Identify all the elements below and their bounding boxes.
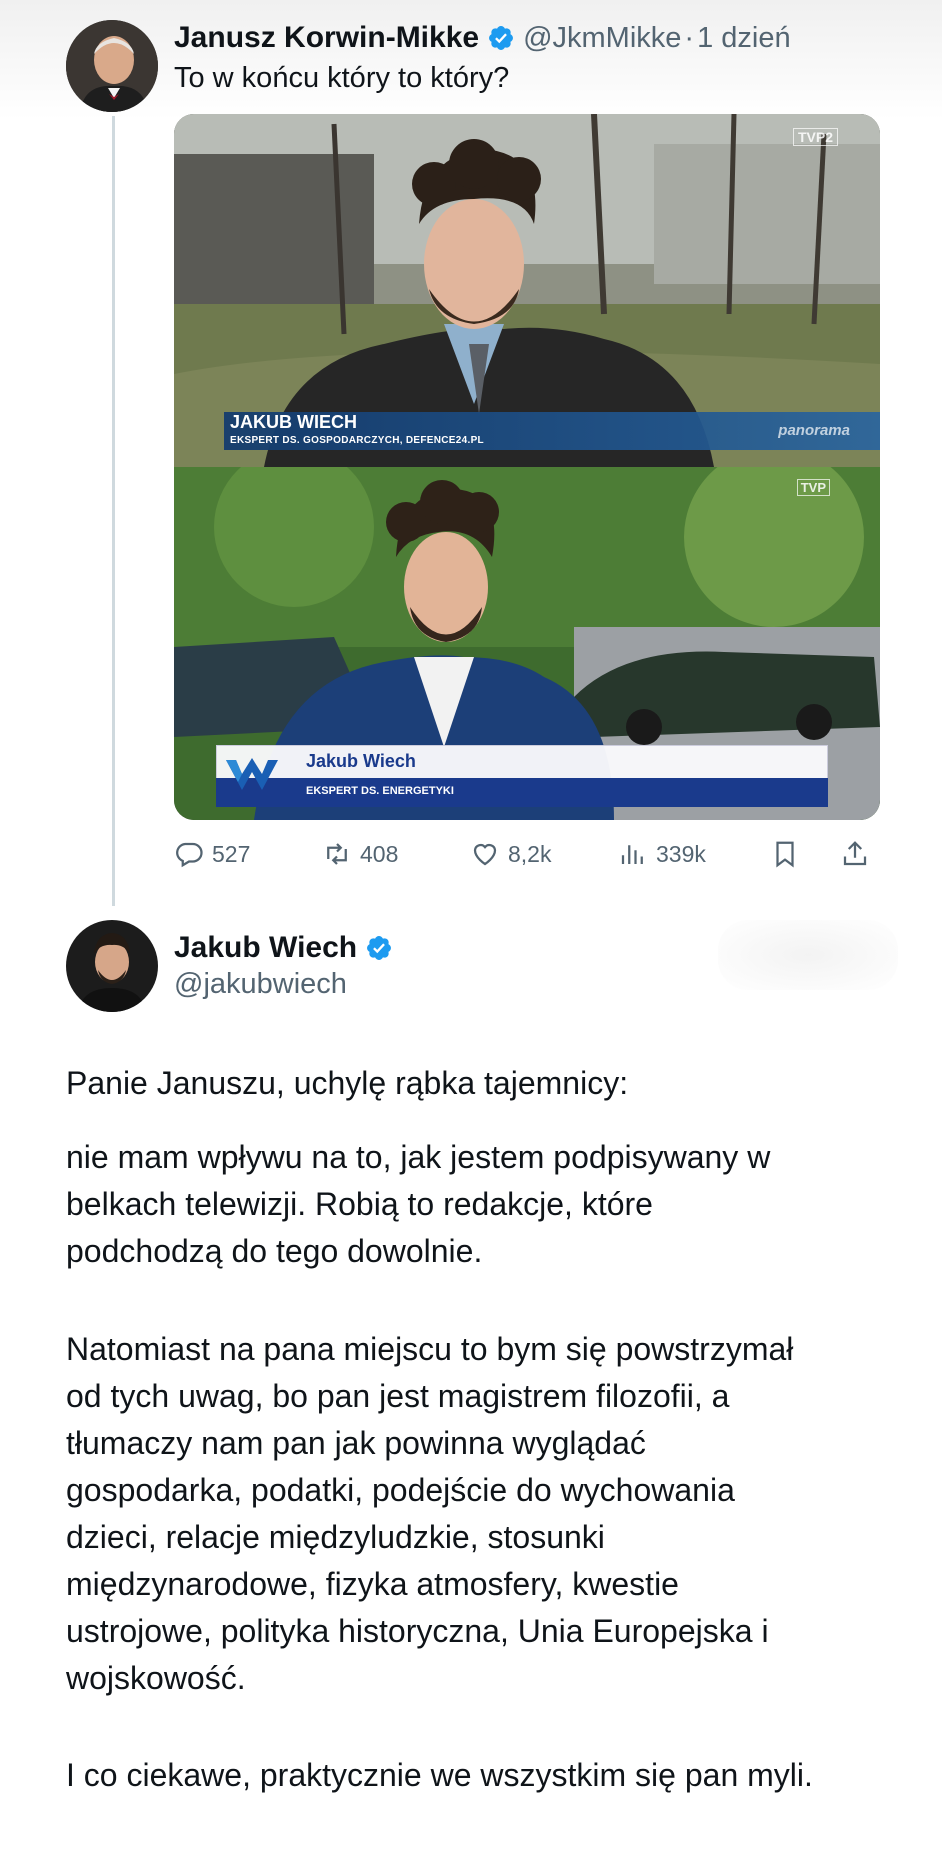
bookmark-button[interactable]	[770, 834, 808, 874]
share-button[interactable]	[840, 834, 878, 874]
tweet2-header: Jakub Wiech	[174, 928, 393, 968]
lower-third-role-2: EKSPERT DS. ENERGETYKI	[306, 785, 454, 797]
reply-count: 527	[212, 840, 251, 867]
tweet1-action-bar: 527 408 8,2k 339k	[174, 834, 884, 874]
tweet2-handle[interactable]: @jakubwiech	[174, 968, 347, 1001]
bookmark-icon	[776, 841, 794, 868]
tweet2-paragraph-1: Panie Januszu, uchylę rąbka tajemnicy:	[66, 1065, 629, 1101]
text-line: podchodzą do tego dowolnie.	[66, 1233, 483, 1269]
reply-icon	[176, 842, 203, 868]
tvp-channel-logo: TVP	[796, 479, 830, 496]
lower-third-name-2: Jakub Wiech	[306, 751, 416, 771]
lower-third-role-1: EKSPERT DS. GOSPODARCZYCH, DEFENCE24.PL	[230, 435, 484, 446]
tweet1-author-name[interactable]: Janusz Korwin-Mikke	[174, 21, 479, 55]
heart-icon	[473, 843, 497, 866]
header-separator: ·	[684, 21, 695, 54]
tweet2-author-name[interactable]: Jakub Wiech	[174, 931, 357, 965]
like-count: 8,2k	[508, 840, 552, 867]
tweet1-text: To w końcu który to który?	[174, 62, 510, 94]
text-line: międzynarodowe, fizyka atmosfery, kwesti…	[66, 1566, 679, 1602]
lower-third-name-1: JAKUB WIECH	[230, 412, 358, 432]
avatar-jakub-wiech[interactable]	[66, 920, 158, 1012]
text-line: belkach telewizji. Robią to redakcje, kt…	[66, 1186, 653, 1222]
tweet1-header: Janusz Korwin-Mikke @JkmMikke · 1 dzień	[174, 18, 791, 58]
thread-connector-line	[112, 116, 115, 906]
like-button[interactable]: 8,2k	[470, 834, 551, 874]
share-icon	[843, 841, 867, 866]
repost-count: 408	[360, 840, 399, 867]
verified-badge-icon	[365, 934, 393, 962]
panorama-program-logo: panorama	[778, 422, 850, 439]
repost-icon	[327, 843, 347, 865]
text-line: tłumaczy nam pan jak powinna wyglądać	[66, 1425, 646, 1461]
text-line: Natomiast na pana miejscu to bym się pow…	[66, 1331, 794, 1367]
views-button[interactable]: 339k	[618, 834, 706, 874]
text-line: gospodarka, podatki, podejście do wychow…	[66, 1472, 735, 1508]
tweet2-paragraph-2: nie mam wpływu na to, jak jestem podpisy…	[66, 1134, 906, 1275]
tweet2-paragraph-3: Natomiast na pana miejscu to bym się pow…	[66, 1326, 906, 1702]
blurred-area	[718, 920, 898, 990]
verified-badge-icon	[487, 24, 515, 52]
text-line: ustrojowe, polityka historyczna, Unia Eu…	[66, 1613, 769, 1649]
tvp2-channel-logo: TVP2	[792, 128, 838, 146]
avatar-korwin-mikke[interactable]	[66, 20, 158, 112]
text-line: dzieci, relacje międzyludzkie, stosunki	[66, 1519, 605, 1555]
tweet1-media-image[interactable]: TVP2 JAKUB WIECH EKSPERT DS. GOSPODARCZY…	[174, 114, 880, 820]
wnp-logo-icon	[222, 752, 282, 798]
text-line: od tych uwag, bo pan jest magistrem filo…	[66, 1378, 730, 1414]
media-frame-2: TVP Jakub Wiech EKSPERT DS. ENERGETYKI	[174, 467, 880, 820]
tweet1-timestamp[interactable]: 1 dzień	[697, 22, 791, 55]
tweet1-handle[interactable]: @JkmMikke	[523, 22, 681, 55]
tweet2-paragraph-4: I co ciekawe, praktycznie we wszystkim s…	[66, 1757, 813, 1793]
views-count: 339k	[656, 840, 706, 867]
media-frame-1: TVP2 JAKUB WIECH EKSPERT DS. GOSPODARCZY…	[174, 114, 880, 467]
text-line: wojskowość.	[66, 1660, 246, 1696]
reply-button[interactable]: 527	[174, 834, 250, 874]
repost-button[interactable]: 408	[322, 834, 398, 874]
text-line: nie mam wpływu na to, jak jestem podpisy…	[66, 1139, 771, 1175]
views-icon	[621, 845, 643, 864]
